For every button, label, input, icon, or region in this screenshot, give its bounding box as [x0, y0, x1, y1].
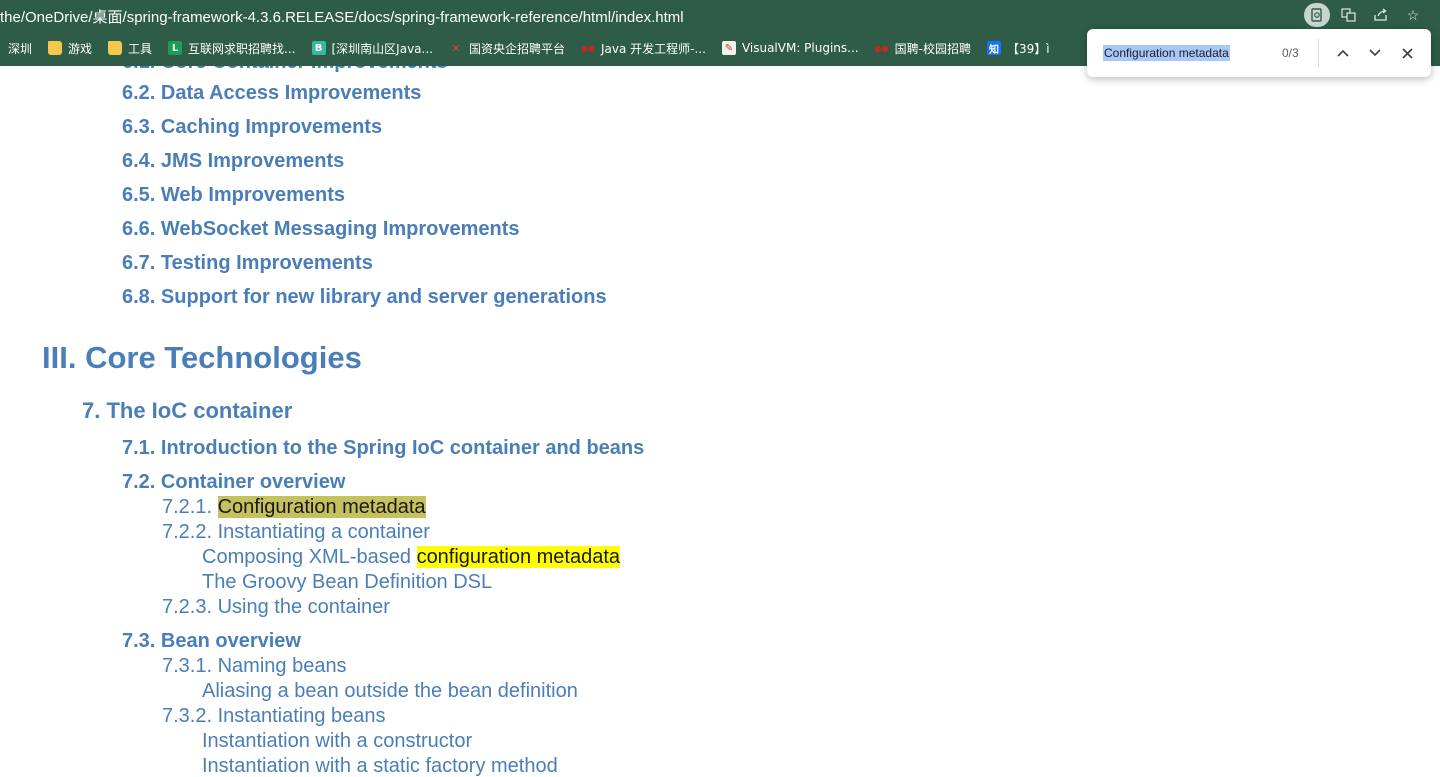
- toc-link[interactable]: 6.5. Web Improvements: [122, 184, 345, 207]
- toc-link[interactable]: Instantiation with a constructor: [202, 730, 472, 753]
- toc-link[interactable]: Aliasing a bean outside the bean definit…: [202, 680, 578, 703]
- toc-link[interactable]: 6.4. JMS Improvements: [122, 150, 344, 173]
- chevron-down-icon[interactable]: [1363, 41, 1387, 65]
- toc-link[interactable]: 6.2. Data Access Improvements: [122, 82, 421, 105]
- address-bar-actions: ☆: [1304, 3, 1426, 27]
- toc-link[interactable]: The Groovy Bean Definition DSL: [202, 571, 492, 594]
- bookmark-folder[interactable]: 工具: [100, 35, 160, 61]
- bookmark-label: 游戏: [68, 41, 93, 56]
- bookmark-item[interactable]: ●● 国聘-校园招聘: [867, 35, 979, 61]
- share-icon[interactable]: [1368, 3, 1394, 27]
- bookmark-item[interactable]: 深圳: [0, 35, 40, 61]
- toc-part-title[interactable]: III. Core Technologies: [42, 340, 362, 376]
- bookmark-label: 国聘-校园招聘: [894, 41, 971, 56]
- toc-link[interactable]: 7.2.3. Using the container: [162, 596, 390, 619]
- site-favicon-icon: ●●: [581, 43, 595, 53]
- find-in-page-icon[interactable]: [1304, 3, 1330, 27]
- toc-link[interactable]: 7.2.2. Instantiating a container: [162, 521, 430, 544]
- toc-link-composing[interactable]: Composing XML-based configuration metada…: [202, 546, 621, 569]
- bookmark-label: 国资央企招聘平台: [468, 41, 565, 56]
- find-bar: Configuration metadata 0/3: [1087, 29, 1431, 77]
- site-favicon-icon: L: [168, 41, 183, 55]
- bookmark-item[interactable]: L 互联网求职招聘找...: [160, 35, 303, 61]
- toc-link[interactable]: 7.3.1. Naming beans: [162, 655, 347, 678]
- toc-link[interactable]: 7.3. Bean overview: [122, 630, 301, 653]
- bookmark-label: 互联网求职招聘找...: [188, 41, 296, 56]
- page-content: 6.1. Core Container Improvements 6.2. Da…: [0, 66, 1440, 777]
- bookmark-label: 深圳: [8, 41, 33, 56]
- bookmark-folder[interactable]: 游戏: [40, 35, 100, 61]
- visualvm-icon: ✎: [721, 41, 736, 55]
- find-match-count: 0/3: [1282, 46, 1299, 60]
- find-match: configuration metadata: [416, 546, 621, 568]
- chevron-up-icon[interactable]: [1331, 41, 1355, 65]
- find-input[interactable]: Configuration metadata: [1103, 45, 1230, 61]
- toc-link[interactable]: 6.6. WebSocket Messaging Improvements: [122, 218, 520, 241]
- site-favicon-icon: ●●: [874, 43, 889, 53]
- toc-link-7-2-1[interactable]: 7.2.1. Configuration metadata: [162, 496, 426, 519]
- bookmark-item[interactable]: B [深圳南山区Java...: [304, 35, 441, 61]
- toc-link[interactable]: 6.3. Caching Improvements: [122, 116, 382, 139]
- bookmark-label: 【39】ì: [1006, 41, 1050, 56]
- bookmark-item[interactable]: ✕ 国资央企招聘平台: [441, 35, 573, 61]
- folder-icon: [48, 41, 63, 55]
- toc-link[interactable]: 6.8. Support for new library and server …: [122, 286, 607, 309]
- folder-icon: [108, 41, 123, 55]
- close-icon[interactable]: [1395, 41, 1419, 65]
- bookmark-label: [深圳南山区Java...: [331, 41, 433, 56]
- site-favicon-icon: ✕: [451, 41, 461, 55]
- toc-link[interactable]: Instantiation with a static factory meth…: [202, 755, 558, 777]
- bookmark-label: Java 开发工程师-...: [601, 41, 706, 56]
- bookmark-item[interactable]: 知 【39】ì: [979, 35, 1058, 61]
- find-match-current: Configuration metadata: [217, 496, 426, 518]
- toc-chapter-title[interactable]: 7. The IoC container: [82, 398, 292, 424]
- section-number: 7.2.1.: [162, 496, 218, 518]
- bookmark-label: 工具: [128, 41, 153, 56]
- translate-icon[interactable]: [1336, 3, 1362, 27]
- toc-link[interactable]: 6.7. Testing Improvements: [122, 252, 373, 275]
- bookmark-item[interactable]: ●● Java 开发工程师-...: [573, 35, 714, 61]
- bookmark-item[interactable]: ✎ VisualVM: Plugins...: [714, 35, 867, 61]
- site-favicon-icon: B: [311, 41, 326, 55]
- toc-link[interactable]: 6.1. Core Container Improvements: [122, 66, 448, 74]
- bookmark-label: VisualVM: Plugins...: [741, 41, 859, 55]
- toc-link[interactable]: 7.3.2. Instantiating beans: [162, 705, 386, 728]
- url-text[interactable]: the/OneDrive/桌面/spring-framework-4.3.6.R…: [0, 6, 684, 27]
- link-text: Composing XML-based: [202, 546, 417, 568]
- toc-link[interactable]: 7.2. Container overview: [122, 471, 345, 494]
- address-bar[interactable]: the/OneDrive/桌面/spring-framework-4.3.6.R…: [0, 0, 1440, 31]
- zhihu-icon: 知: [986, 41, 1001, 56]
- divider: [1318, 39, 1319, 67]
- toc-link[interactable]: 7.1. Introduction to the Spring IoC cont…: [122, 437, 644, 460]
- bookmark-star-icon[interactable]: ☆: [1400, 3, 1426, 27]
